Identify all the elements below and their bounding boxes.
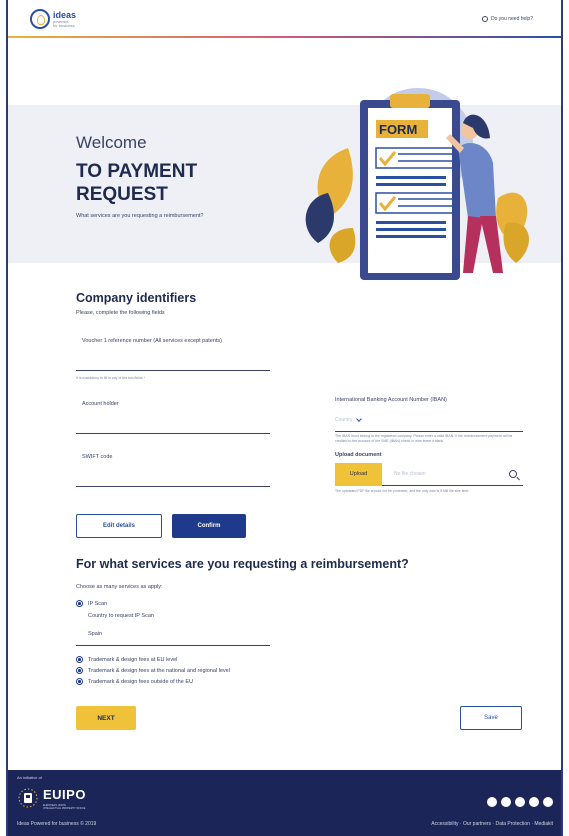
social-links xyxy=(487,797,553,807)
eu-level-radio[interactable] xyxy=(76,656,83,663)
form-bar-5 xyxy=(376,235,446,238)
upload-field: Upload No file chosen xyxy=(335,462,523,486)
euipo-text-block: EUIPO EUROPEAN UNION INTELLECTUAL PROPER… xyxy=(43,786,86,810)
hero-subtitle: What services are you requesting a reimb… xyxy=(76,213,204,219)
voucher-label: Voucher 1 reference number (All services… xyxy=(82,338,223,344)
confirm-button[interactable]: Confirm xyxy=(172,514,246,538)
national-level-label: Trademark & design fees at the national … xyxy=(88,668,230,674)
country-request-label: Country to request IP Scan xyxy=(88,613,154,619)
iban-input[interactable] xyxy=(335,431,523,432)
twitter-icon[interactable] xyxy=(515,797,525,807)
leaf-left-small xyxy=(329,228,356,263)
form-bar-2 xyxy=(376,183,446,186)
country-select[interactable]: Country xyxy=(335,416,362,423)
account-holder-input[interactable] xyxy=(76,433,270,434)
logo-tag: for business xyxy=(53,22,75,28)
national-level-radio[interactable] xyxy=(76,667,83,674)
upload-label: Upload document xyxy=(335,452,382,458)
form-label: FORM xyxy=(379,122,417,137)
form-illustration: FORM xyxy=(305,88,529,280)
help-label: Do you need help? xyxy=(491,16,533,22)
copyright: Ideas Powered for business © 2019 xyxy=(17,821,97,827)
linkedin-icon[interactable] xyxy=(487,797,497,807)
iban-label: International Banking Account Number (IB… xyxy=(335,397,447,403)
ideas-powered-logo[interactable]: ideas powered for business xyxy=(30,9,76,29)
upload-helper: The uploaded PDF file should not be prot… xyxy=(335,489,470,493)
person-leg-left xyxy=(463,216,483,273)
search-icon[interactable] xyxy=(509,470,517,478)
company-section-subtitle: Please, complete the following fields xyxy=(76,310,165,316)
help-link[interactable]: Do you need help? xyxy=(482,16,533,22)
company-section-title: Company identifiers xyxy=(76,291,197,305)
swift-label: SWIFT code xyxy=(82,454,113,460)
leaf-right-small xyxy=(503,222,529,263)
ip-scan-radio[interactable] xyxy=(76,600,83,607)
country-request-input[interactable] xyxy=(76,645,270,646)
footer-links[interactable]: Accessibility · Our partners · Data Prot… xyxy=(431,821,553,827)
voucher-helper: It is mandatory to fill in any of the tw… xyxy=(76,376,146,380)
facebook-icon[interactable] xyxy=(501,797,511,807)
lightbulb-icon xyxy=(30,9,50,29)
services-section-title: For what services are you requesting a r… xyxy=(76,557,409,571)
chevron-down-icon xyxy=(355,416,362,422)
person-body xyxy=(458,143,496,218)
leaf-left-navy xyxy=(305,193,334,243)
euipo-sub2: INTELLECTUAL PROPERTY OFFICE xyxy=(43,807,86,810)
logo-text: ideas powered for business xyxy=(53,10,76,28)
edit-details-button[interactable]: Edit details xyxy=(76,514,162,538)
account-holder-label: Account holder xyxy=(82,401,119,407)
outside-eu-radio[interactable] xyxy=(76,678,83,685)
next-button[interactable]: NEXT xyxy=(76,706,136,730)
voucher-input[interactable] xyxy=(76,370,270,371)
services-subtitle: Choose as many services as apply: xyxy=(76,584,163,590)
form-bar-4 xyxy=(376,228,446,231)
header-color-line xyxy=(8,36,561,38)
eu-level-label: Trademark & design fees at EU level xyxy=(88,657,178,663)
initiative-label: An initiative of xyxy=(17,775,42,780)
youtube-icon[interactable] xyxy=(543,797,553,807)
swift-input[interactable] xyxy=(76,486,270,487)
form-bar-1 xyxy=(376,176,446,179)
page-title: TO PAYMENT REQUEST xyxy=(76,161,198,205)
top-bar: ideas powered for business Do you need h… xyxy=(8,0,561,38)
no-file-text: No file chosen xyxy=(394,471,426,477)
welcome-text: Welcome xyxy=(76,133,147,152)
save-button[interactable]: Save xyxy=(460,706,522,730)
outside-eu-label: Trademark & design fees outside of the E… xyxy=(88,679,193,685)
country-placeholder: Country xyxy=(335,417,353,423)
form-bar-3 xyxy=(376,221,446,224)
clipboard-clip xyxy=(390,94,430,108)
upload-button[interactable]: Upload xyxy=(335,462,382,486)
euipo-emblem-icon xyxy=(18,788,38,808)
ip-scan-label: IP Scan xyxy=(88,601,108,607)
country-value: Spain xyxy=(88,631,103,637)
euipo-wordmark: EUIPO xyxy=(43,787,86,802)
instagram-icon[interactable] xyxy=(529,797,539,807)
help-icon xyxy=(482,16,489,22)
iban-helper: The IBAN must belong to the registered c… xyxy=(335,434,513,443)
page-frame: ideas powered for business Do you need h… xyxy=(6,0,563,836)
euipo-logo[interactable]: EUIPO EUROPEAN UNION INTELLECTUAL PROPER… xyxy=(17,786,86,810)
